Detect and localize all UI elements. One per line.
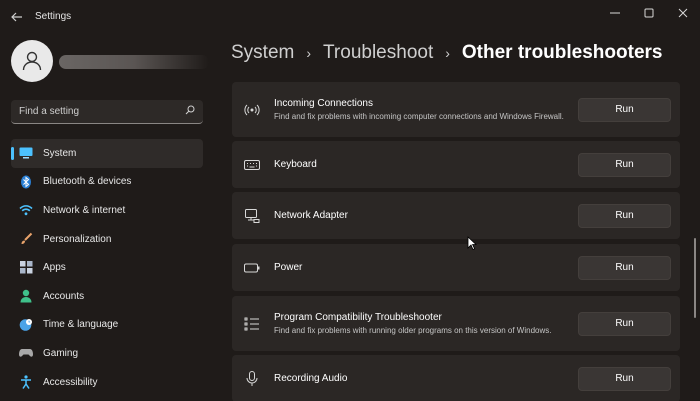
avatar[interactable] [11,40,53,82]
card-description: Find and fix problems with incoming comp… [274,111,564,121]
card-text: Keyboard [274,158,570,171]
troubleshooter-power: Power Run [232,244,680,291]
sidebar-item-accessibility[interactable]: Accessibility [11,368,203,397]
sidebar-item-label: Network & internet [43,204,126,216]
card-title: Recording Audio [274,373,348,384]
scrollbar[interactable] [694,238,696,318]
card-title: Power [274,262,303,273]
antenna-icon [244,102,260,118]
user-profile[interactable] [11,40,211,86]
sidebar-item-bluetooth[interactable]: Bluetooth & devices [11,168,203,197]
run-button[interactable]: Run [578,97,671,122]
sidebar-item-network[interactable]: Network & internet [11,196,203,225]
sidebar-item-label: Bluetooth & devices [43,176,132,188]
card-text: Incoming Connections Find and fix proble… [274,97,570,123]
search-icon[interactable] [185,105,195,118]
sidebar-item-label: Accounts [43,290,85,302]
run-button[interactable]: Run [578,255,671,280]
search-placeholder: Find a setting [19,106,80,117]
apps-icon [19,261,33,275]
microphone-icon [244,370,260,387]
accessibility-icon [19,375,33,389]
search-input[interactable]: Find a setting [11,100,203,124]
sidebar-item-label: Accessibility [43,376,98,388]
battery-icon [244,260,260,276]
gamepad-icon [19,346,33,360]
mouse-pointer-icon [467,236,478,255]
card-title: Program Compatibility Troubleshooter [274,311,442,323]
globe-clock-icon [19,318,33,332]
bluetooth-icon [19,175,33,189]
sidebar-item-label: Apps [43,262,66,274]
card-description: Find and fix problems with running older… [274,325,552,335]
sidebar-item-personalization[interactable]: Personalization [11,225,203,254]
card-text: Recording Audio [274,372,570,385]
back-arrow-icon[interactable] [6,6,28,28]
wifi-icon [19,203,33,217]
card-title: Incoming Connections [274,97,373,109]
run-button[interactable]: Run [578,366,671,391]
troubleshooter-incoming-connections: Incoming Connections Find and fix proble… [232,82,680,137]
card-text: Program Compatibility Troubleshooter Fin… [274,311,570,337]
brush-icon [19,232,33,246]
run-button[interactable]: Run [578,311,671,336]
keyboard-icon [244,157,260,173]
list-icon [244,316,260,332]
sidebar-item-apps[interactable]: Apps [11,253,203,282]
sidebar-item-label: Time & language [43,319,119,331]
person-icon [19,289,33,303]
card-title: Network Adapter [274,210,348,221]
troubleshooter-list: Incoming Connections Find and fix proble… [232,0,680,401]
troubleshooter-recording-audio: Recording Audio Run [232,355,680,401]
troubleshooter-network-adapter: Network Adapter Run [232,192,680,239]
card-title: Keyboard [274,159,317,170]
sidebar-item-time-language[interactable]: Time & language [11,311,203,340]
card-text: Network Adapter [274,209,570,222]
app-title: Settings [35,11,72,22]
sidebar-nav: System Bluetooth & devices Network & int… [11,139,203,396]
card-text: Power [274,261,570,274]
monitor-icon [19,146,33,160]
troubleshooter-keyboard: Keyboard Run [232,141,680,188]
sidebar-item-system[interactable]: System [11,139,203,168]
redacted-user-name [59,55,209,69]
sidebar-item-label: Personalization [43,233,112,245]
run-button[interactable]: Run [578,152,671,177]
sidebar-item-label: System [43,147,77,159]
sidebar-item-gaming[interactable]: Gaming [11,339,203,368]
run-button[interactable]: Run [578,203,671,228]
network-adapter-icon [244,208,260,224]
troubleshooter-program-compatibility: Program Compatibility Troubleshooter Fin… [232,296,680,351]
sidebar-item-accounts[interactable]: Accounts [11,282,203,311]
sidebar-item-label: Gaming [43,347,79,359]
